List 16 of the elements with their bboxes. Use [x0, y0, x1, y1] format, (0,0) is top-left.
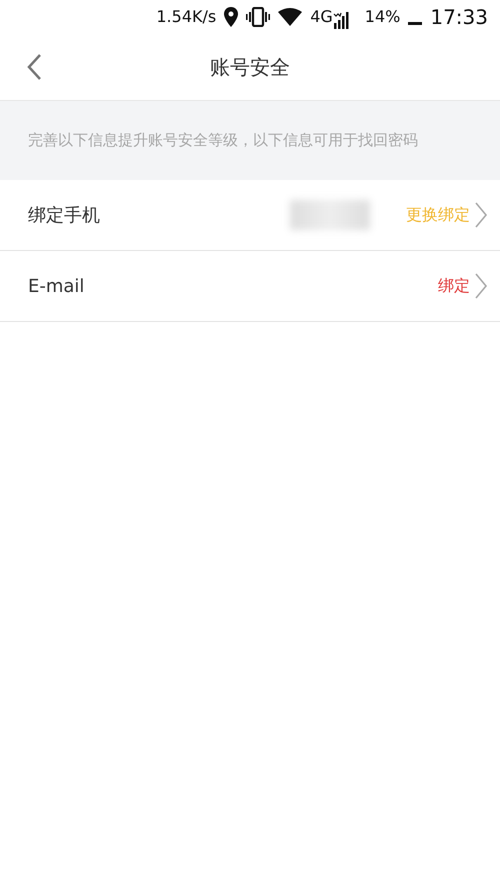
row-label: E-mail [28, 274, 84, 298]
row-label: 绑定手机 [28, 204, 100, 228]
chevron-right-icon [474, 273, 488, 299]
network-speed: 1.54K/s [156, 6, 216, 28]
battery-icon [408, 22, 422, 25]
clock: 17:33 [430, 4, 488, 31]
signal-icon [332, 11, 349, 29]
page-title: 账号安全 [210, 54, 290, 81]
row-action[interactable]: 绑定 [438, 274, 470, 298]
network-type: 4G [310, 6, 333, 28]
battery-level: 14% [364, 6, 400, 28]
wifi-icon [278, 8, 302, 26]
notice-text: 完善以下信息提升账号安全等级，以下信息可用于找回密码 [28, 130, 418, 152]
chevron-right-icon [474, 202, 488, 228]
location-pin-icon [224, 7, 238, 27]
vibrate-icon [246, 7, 270, 27]
